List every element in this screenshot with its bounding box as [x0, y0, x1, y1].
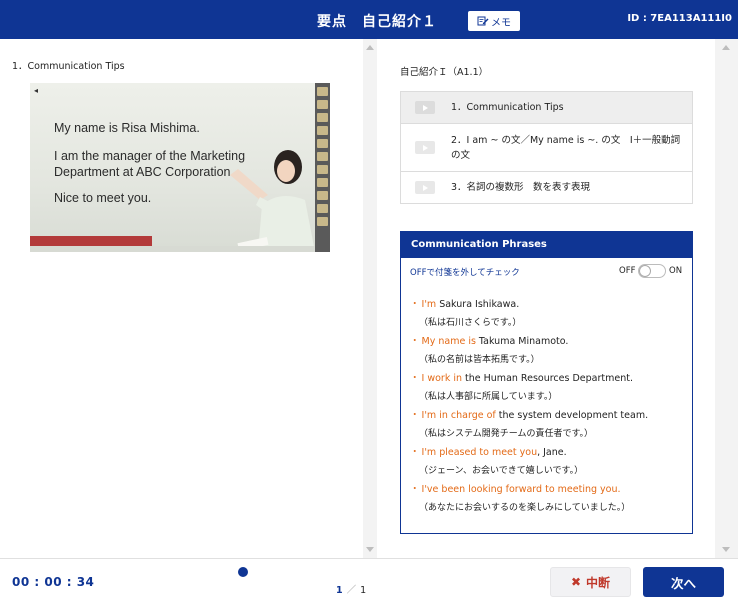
- toggle-hint: OFFで付箋を外してチェック: [410, 268, 520, 278]
- scroll-down-icon[interactable]: [722, 547, 730, 552]
- phrase-translation: （私は石川さくらです。）: [419, 318, 522, 328]
- phrase-rest: the Human Resources Department.: [462, 373, 633, 384]
- memo-pencil-icon: [477, 16, 489, 26]
- toc-item-label: 3．名詞の複数形 数を表す表現: [451, 182, 591, 193]
- tool-icon[interactable]: [317, 165, 328, 174]
- lesson-toc: 1．Communication Tips 2．I am ~ の文／My name…: [400, 91, 693, 204]
- toc-item-label: 1．Communication Tips: [451, 102, 564, 113]
- communication-phrases-panel: Communication Phrases OFFで付箋を外してチェック OFF…: [400, 231, 693, 534]
- toc-item-plural-nouns[interactable]: 3．名詞の複数形 数を表す表現: [401, 172, 692, 203]
- phrase-translation: （私の名前は皆本拓馬です。）: [419, 355, 540, 365]
- phrase-bullet: ・: [410, 373, 420, 384]
- toc-item-label: 2．I am ~ の文／My name is ~. の文 I＋一般動詞の文: [451, 134, 681, 161]
- memo-button[interactable]: メモ: [468, 11, 520, 31]
- tool-icon[interactable]: [317, 139, 328, 148]
- phrase-item: ・ My name is Takuma Minamoto. （私の名前は皆本拓馬で…: [410, 335, 686, 367]
- phrase-item: ・ I'm in charge of the system development…: [410, 409, 686, 441]
- presenter-figure: [230, 150, 315, 252]
- phrase-bullet: ・: [410, 336, 420, 347]
- phrase-bullet: ・: [410, 447, 420, 458]
- phrase-highlight: I'm pleased to meet you: [421, 447, 538, 458]
- phrase-highlight: I'm in charge of: [421, 410, 496, 421]
- lesson-id: ID : 7EA113A111I0: [627, 13, 732, 24]
- phrases-heading: Communication Phrases: [401, 232, 692, 258]
- phrase-bullet: ・: [410, 299, 420, 310]
- lesson-title: 自己紹介Ｉ（A1.1）: [400, 67, 489, 78]
- suspend-label: 中断: [586, 575, 611, 590]
- tool-icon[interactable]: [317, 113, 328, 122]
- progress-indicator-dot: [238, 567, 248, 577]
- video-player[interactable]: ◂ My name is Risa Mishima. I am the mana…: [30, 83, 330, 252]
- toggle-knob: [639, 265, 651, 277]
- suspend-button[interactable]: ✖ 中断: [550, 567, 631, 597]
- video-tool-strip: [315, 83, 330, 252]
- page-title: 要点 自己紹介１: [317, 14, 437, 30]
- phrase-rest: Sakura Ishikawa.: [436, 299, 520, 310]
- sticky-toggle-row: OFFで付箋を外してチェック OFF ON: [401, 258, 692, 284]
- play-icon: [415, 181, 435, 194]
- scroll-up-icon[interactable]: [722, 45, 730, 50]
- tool-icon[interactable]: [317, 126, 328, 135]
- phrase-translation: （ジェーン、お会いできて嬉しいです。）: [419, 466, 584, 476]
- phrase-rest: Takuma Minamoto.: [475, 336, 569, 347]
- bottom-bar: 00 : 00 : 34 1 ／ 1 ✖ 中断 次へ: [0, 558, 738, 600]
- phrase-highlight: My name is: [421, 336, 476, 347]
- phrase-item: ・ I'm pleased to meet you, Jane. （ジェーン、お会…: [410, 446, 686, 478]
- phrase-translation: （あなたにお会いするのを楽しみにしていました。）: [419, 503, 631, 513]
- toggle-on-label: ON: [669, 266, 683, 276]
- play-icon: [415, 141, 435, 154]
- toc-item-i-am[interactable]: 2．I am ~ の文／My name is ~. の文 I＋一般動詞の文: [401, 124, 692, 172]
- video-section-label: 1．Communication Tips: [12, 61, 125, 72]
- phrase-rest: , Jane.: [537, 447, 567, 458]
- play-icon: [415, 101, 435, 114]
- toggle-off-label: OFF: [619, 266, 636, 276]
- scroll-up-icon[interactable]: [366, 45, 374, 50]
- video-controls-bar[interactable]: [30, 246, 315, 252]
- scroll-down-icon[interactable]: [366, 547, 374, 552]
- close-x-icon: ✖: [570, 575, 582, 589]
- tool-icon[interactable]: [317, 204, 328, 213]
- phrase-highlight: I've been looking forward to meeting you…: [421, 484, 621, 495]
- top-header: 要点 自己紹介１ メモ ID : 7EA113A111I0: [0, 0, 738, 39]
- sticky-toggle-switch[interactable]: [638, 264, 666, 278]
- slide-line-1: My name is Risa Mishima.: [54, 121, 200, 135]
- phrase-bullet: ・: [410, 484, 420, 495]
- phrase-item: ・ I've been looking forward to meeting yo…: [410, 483, 686, 515]
- elapsed-timer: 00 : 00 : 34: [12, 575, 95, 589]
- phrase-highlight: I work in: [421, 373, 463, 384]
- phrase-bullet: ・: [410, 410, 420, 421]
- next-button[interactable]: 次へ: [643, 567, 724, 597]
- tool-icon[interactable]: [317, 87, 328, 96]
- phrase-translation: （私はシステム開発チームの責任者です。）: [419, 429, 594, 439]
- page-separator: ／: [346, 585, 357, 596]
- phrase-translation: （私は人事部に所属しています。）: [419, 392, 558, 402]
- right-scrollbar[interactable]: [715, 39, 738, 558]
- slide-line-3: Nice to meet you.: [54, 191, 152, 205]
- memo-label: メモ: [491, 17, 511, 29]
- page-current: 1: [336, 585, 343, 596]
- phrase-rest: the system development team.: [495, 410, 649, 421]
- phrase-list: ・ I'm Sakura Ishikawa. （私は石川さくらです。） ・ My n…: [410, 298, 686, 520]
- phrase-item: ・ I'm Sakura Ishikawa. （私は石川さくらです。）: [410, 298, 686, 330]
- tool-icon[interactable]: [317, 152, 328, 161]
- tool-icon[interactable]: [317, 178, 328, 187]
- toc-item-communication-tips[interactable]: 1．Communication Tips: [401, 92, 692, 124]
- video-back-arrow-icon[interactable]: ◂: [34, 86, 38, 95]
- tool-icon[interactable]: [317, 191, 328, 200]
- page-total: 1: [360, 585, 367, 596]
- phrase-highlight: I'm: [421, 299, 437, 310]
- left-scrollbar[interactable]: [363, 39, 377, 558]
- page-indicator: 1 ／ 1: [336, 582, 366, 596]
- phrase-item: ・ I work in the Human Resources Departmen…: [410, 372, 686, 404]
- tool-icon[interactable]: [317, 217, 328, 226]
- tool-icon[interactable]: [317, 100, 328, 109]
- slide-red-band: [30, 236, 152, 246]
